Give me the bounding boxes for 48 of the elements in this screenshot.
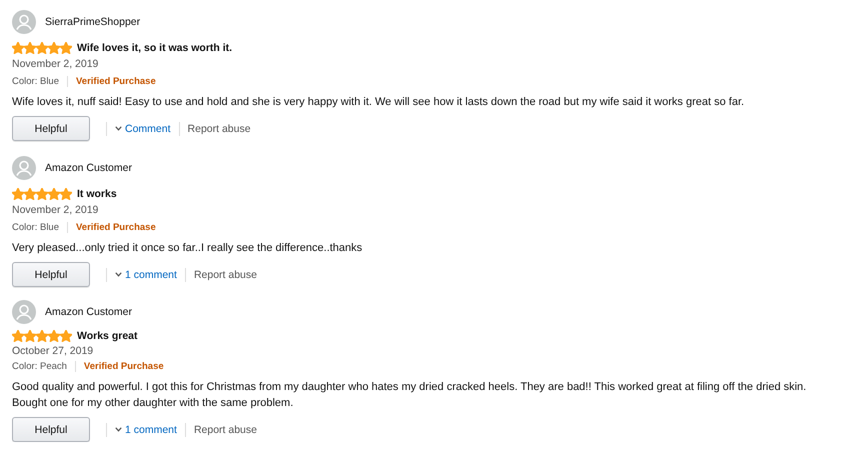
- review-title[interactable]: It works: [77, 188, 117, 200]
- avatar-icon: [12, 156, 36, 180]
- report-abuse-link[interactable]: Report abuse: [194, 268, 257, 280]
- report-abuse-link[interactable]: Report abuse: [188, 122, 251, 134]
- verified-purchase: Verified Purchase: [75, 222, 156, 232]
- reviewer-name[interactable]: Amazon Customer: [45, 306, 132, 318]
- star-icon: [48, 330, 60, 342]
- product-variant: Color: Blue: [12, 76, 68, 86]
- star-icon: [60, 42, 72, 54]
- helpful-button[interactable]: Helpful: [12, 262, 90, 287]
- chevron-down-icon: [115, 427, 122, 432]
- verified-purchase: Verified Purchase: [82, 361, 164, 372]
- avatar-icon: [12, 10, 36, 34]
- comment-link[interactable]: 1 comment: [115, 424, 177, 436]
- star-icon: [36, 42, 48, 54]
- review-body: Wife loves it, nuff said! Easy to use and hold and she is very happy with it. We will see how it lasts down the road but my wife said it works great so far.: [12, 95, 746, 110]
- star-icon: [60, 188, 72, 200]
- comment-link[interactable]: 1 comment: [115, 268, 177, 280]
- review-title[interactable]: Works great: [77, 330, 138, 342]
- verified-purchase: Verified Purchase: [75, 76, 156, 86]
- star-icon: [12, 188, 24, 200]
- avatar-icon: [12, 300, 36, 324]
- review-date: October 27, 2019: [12, 344, 94, 359]
- star-icon: [12, 330, 24, 342]
- star-icon: [48, 188, 60, 200]
- comment-link[interactable]: Comment: [115, 122, 171, 134]
- helpful-button[interactable]: Helpful: [12, 116, 90, 141]
- star-icon: [36, 188, 48, 200]
- reviewer-name[interactable]: Amazon Customer: [45, 162, 132, 174]
- review-date: November 2, 2019: [12, 203, 100, 218]
- review-body: Very pleased...only tried it once so far..I really see the difference..thanks: [12, 241, 364, 256]
- report-abuse-link[interactable]: Report abuse: [194, 424, 257, 436]
- star-icon: [12, 42, 24, 54]
- star-icon: [48, 42, 60, 54]
- star-icon: [24, 42, 36, 54]
- chevron-down-icon: [115, 272, 122, 277]
- review-body: Good quality and powerful. I got this for Christmas from my daughter who hates my dried cracked heels. They are bad!! This worked great at filing off the dried skin. Bought one for my other daughter with the same problem.: [12, 380, 808, 412]
- reviewer-name[interactable]: SierraPrimeShopper: [45, 16, 140, 28]
- review-title[interactable]: Wife loves it, so it was worth it.: [77, 42, 232, 54]
- star-icon: [60, 330, 72, 342]
- star-icon: [24, 188, 36, 200]
- star-icon: [36, 330, 48, 342]
- review-date: November 2, 2019: [12, 57, 100, 72]
- product-variant: Color: Peach: [12, 361, 76, 372]
- product-variant: Color: Blue: [12, 222, 68, 232]
- star-icon: [24, 330, 36, 342]
- helpful-button[interactable]: Helpful: [12, 417, 90, 442]
- chevron-down-icon: [115, 126, 122, 131]
